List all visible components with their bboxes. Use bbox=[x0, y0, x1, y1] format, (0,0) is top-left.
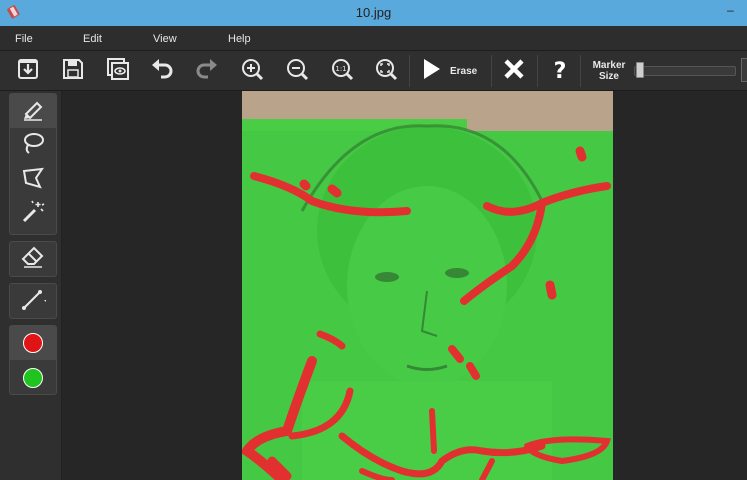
polygon-lasso-tool-button[interactable] bbox=[10, 163, 56, 197]
line-tool-button[interactable] bbox=[10, 284, 56, 318]
marker-size-input[interactable] bbox=[741, 58, 747, 82]
marker-tool-button[interactable] bbox=[10, 94, 56, 128]
menu-view[interactable]: View bbox=[153, 33, 177, 45]
undo-button[interactable] bbox=[147, 56, 177, 86]
cancel-button[interactable] bbox=[499, 56, 529, 86]
magic-wand-tool-button[interactable] bbox=[10, 197, 56, 231]
zoom-fit-icon bbox=[373, 56, 399, 87]
erase-button[interactable]: Erase bbox=[418, 56, 490, 86]
minimize-button[interactable]: ‒ bbox=[727, 3, 741, 17]
polygon-lasso-icon bbox=[20, 165, 46, 196]
green-color-icon bbox=[23, 368, 43, 388]
svg-text:?: ? bbox=[554, 59, 567, 82]
marker-size-label-line2: Size bbox=[598, 71, 619, 82]
keep-mask bbox=[467, 131, 613, 480]
line-icon bbox=[20, 286, 48, 317]
preview-icon bbox=[105, 56, 131, 87]
menu-file[interactable]: File bbox=[15, 33, 33, 45]
marker-icon bbox=[20, 96, 46, 127]
menu-help[interactable]: Help bbox=[228, 33, 251, 45]
menu-edit[interactable]: Edit bbox=[83, 33, 102, 45]
help-button[interactable]: ? bbox=[545, 56, 575, 86]
canvas-area[interactable] bbox=[62, 91, 747, 480]
marker-size-slider-thumb[interactable] bbox=[635, 62, 644, 78]
redo-icon bbox=[194, 56, 220, 87]
tool-panel bbox=[0, 91, 62, 480]
zoom-out-button[interactable] bbox=[282, 56, 312, 86]
zoom-out-icon bbox=[284, 56, 310, 87]
marker-size-slider[interactable] bbox=[634, 66, 736, 76]
save-button[interactable] bbox=[58, 56, 88, 86]
magic-wand-icon bbox=[20, 199, 46, 230]
red-color-icon bbox=[23, 333, 43, 353]
remove-color-button[interactable] bbox=[10, 326, 56, 360]
undo-icon bbox=[149, 56, 175, 87]
marker-size-label-line1: Marker bbox=[592, 60, 626, 71]
erase-label: Erase bbox=[450, 65, 478, 77]
lasso-tool-button[interactable] bbox=[10, 128, 56, 162]
marker-size-label: Marker Size bbox=[588, 60, 630, 82]
menu-bar: File Edit View Help bbox=[0, 26, 747, 51]
photo-with-markers[interactable] bbox=[242, 91, 613, 480]
play-icon bbox=[418, 56, 444, 87]
redo-button[interactable] bbox=[192, 56, 222, 86]
zoom-in-button[interactable] bbox=[237, 56, 267, 86]
toolbar-separator bbox=[580, 55, 581, 87]
window-title: 10.jpg bbox=[355, 5, 392, 20]
open-icon bbox=[15, 56, 41, 87]
open-button[interactable] bbox=[13, 56, 43, 86]
svg-text:1:1: 1:1 bbox=[335, 65, 346, 73]
eraser-icon bbox=[20, 244, 46, 275]
title-bar: 10.jpg ‒ bbox=[0, 0, 747, 26]
image-canvas[interactable] bbox=[242, 91, 613, 480]
preview-button[interactable] bbox=[103, 56, 133, 86]
toolbar-separator bbox=[537, 55, 538, 87]
close-icon bbox=[501, 56, 527, 87]
eraser-tool-button[interactable] bbox=[10, 242, 56, 276]
zoom-actual-icon: 1:1 bbox=[329, 56, 355, 87]
toolbar-separator bbox=[491, 55, 492, 87]
save-icon bbox=[60, 56, 86, 87]
help-icon: ? bbox=[547, 56, 573, 87]
lasso-icon bbox=[20, 130, 46, 161]
zoom-fit-button[interactable] bbox=[371, 56, 401, 86]
toolbar-separator bbox=[409, 55, 410, 87]
keep-color-button[interactable] bbox=[10, 361, 56, 395]
zoom-actual-size-button[interactable]: 1:1 bbox=[327, 56, 357, 86]
app-window: 10.jpg ‒ File Edit View Help 1:1 Erase ?… bbox=[0, 0, 747, 480]
zoom-in-icon bbox=[239, 56, 265, 87]
